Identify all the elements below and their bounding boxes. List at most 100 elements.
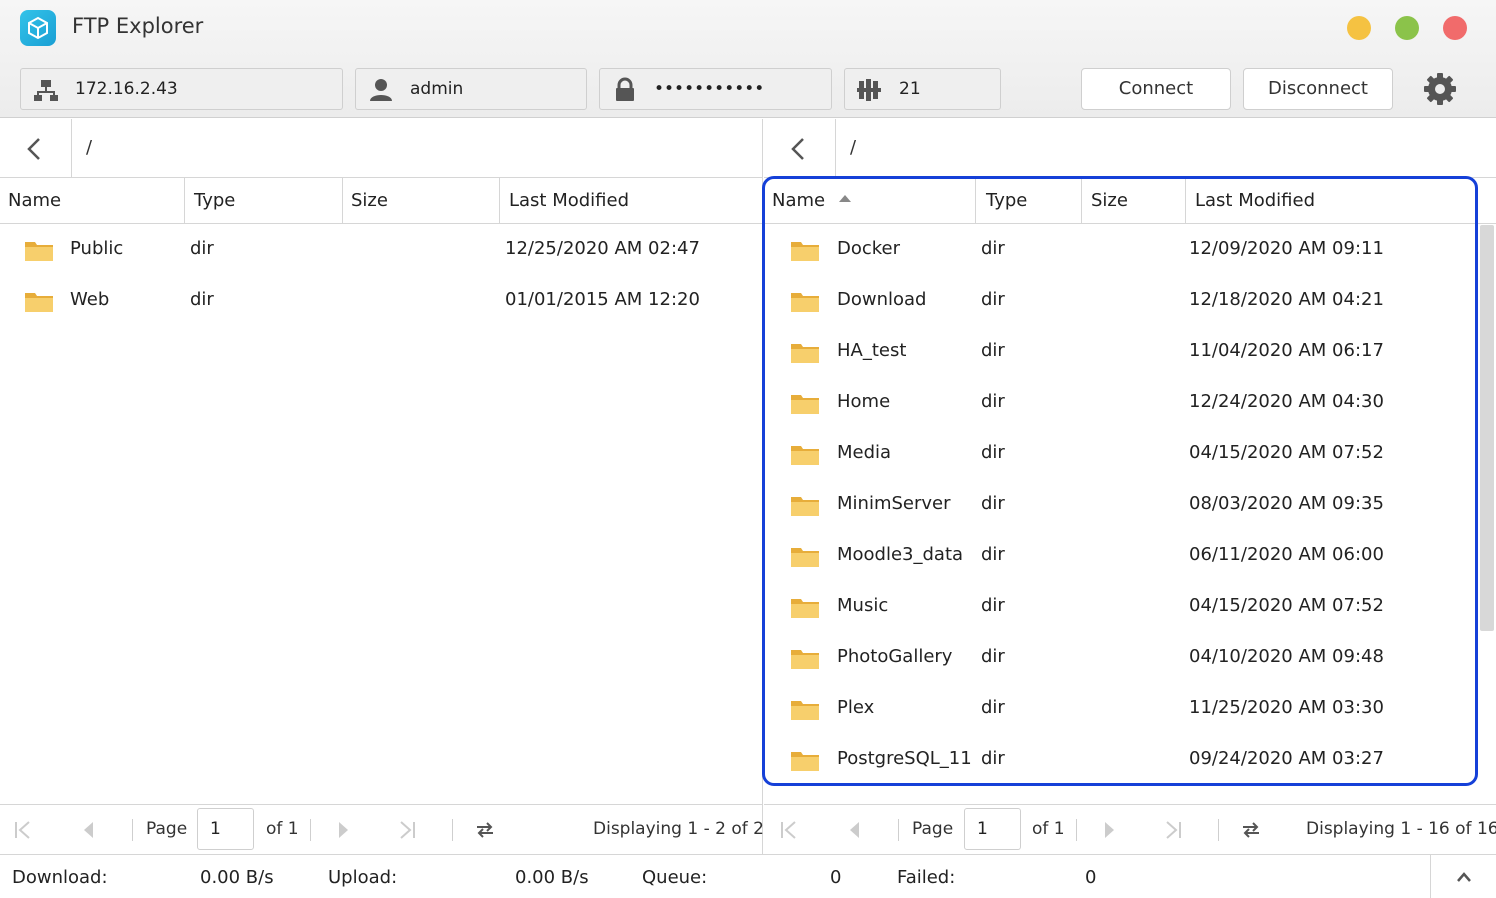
status-expand-button[interactable] [1430, 855, 1496, 898]
first-page-icon[interactable] [12, 819, 34, 841]
file-row[interactable]: Moodle3_data dir 06/11/2020 AM 06:00 [764, 530, 1496, 581]
lock-icon [616, 77, 634, 101]
file-row[interactable]: HA_test dir 11/04/2020 AM 06:17 [764, 326, 1496, 377]
file-type: dir [981, 442, 1005, 463]
file-row[interactable]: Public dir 12/25/2020 AM 02:47 [0, 224, 762, 275]
connect-button[interactable]: Connect [1081, 68, 1231, 110]
local-col-name[interactable]: Name [0, 178, 185, 223]
folder-icon [791, 242, 819, 261]
remote-displaying-text: Displaying 1 - 16 of 16 [1306, 819, 1496, 839]
file-modified: 04/15/2020 AM 07:52 [1189, 595, 1384, 616]
local-displaying-text: Displaying 1 - 2 of 2 [593, 819, 764, 839]
minimize-button[interactable] [1347, 16, 1371, 40]
file-row[interactable]: Media dir 04/15/2020 AM 07:52 [764, 428, 1496, 479]
local-path: / [86, 137, 93, 158]
local-column-header: Name Type Size Last Modified [0, 178, 762, 224]
file-row[interactable]: Docker dir 12/09/2020 AM 09:11 [764, 224, 1496, 275]
folder-icon [791, 497, 819, 516]
local-back-button[interactable] [0, 119, 72, 178]
file-row[interactable]: PhotoGallery dir 04/10/2020 AM 09:48 [764, 632, 1496, 683]
local-file-list: Public dir 12/25/2020 AM 02:47 Web dir 01/01/… [0, 224, 762, 804]
file-type: dir [981, 544, 1005, 565]
next-page-icon[interactable] [1098, 819, 1120, 841]
file-row[interactable]: PostgreSQL_11 dir 09/24/2020 AM 03:27 [764, 734, 1496, 785]
file-type: dir [981, 391, 1005, 412]
username-field[interactable]: admin [355, 68, 587, 110]
disconnect-button[interactable]: Disconnect [1243, 68, 1393, 110]
file-row[interactable]: Download dir 12/18/2020 AM 04:21 [764, 275, 1496, 326]
file-row[interactable]: Music dir 04/15/2020 AM 07:52 [764, 581, 1496, 632]
folder-icon [791, 395, 819, 414]
page-label: Page [912, 819, 954, 839]
remote-col-name[interactable]: Name [764, 178, 976, 223]
remote-scrollbar[interactable] [1480, 225, 1494, 631]
file-modified: 12/25/2020 AM 02:47 [505, 238, 700, 259]
file-name: Download [837, 289, 927, 310]
file-modified: 01/01/2015 AM 12:20 [505, 289, 700, 310]
page-input[interactable]: 1 [964, 808, 1021, 850]
prev-page-icon[interactable] [78, 819, 100, 841]
refresh-icon[interactable] [474, 819, 496, 841]
first-page-icon[interactable] [778, 819, 800, 841]
local-path-bar: / [0, 119, 762, 178]
folder-icon [25, 293, 53, 312]
remote-pane: / Name Type Size Last Modified Docker dir… [764, 119, 1496, 854]
file-row[interactable]: MinimServer dir 08/03/2020 AM 09:35 [764, 479, 1496, 530]
local-pager: Page 1 of 1 Displaying 1 - 2 of 2 [0, 804, 764, 854]
local-col-modified[interactable]: Last Modified [500, 178, 763, 223]
remote-col-size[interactable]: Size [1082, 178, 1186, 223]
password-field[interactable]: ••••••••••• [599, 68, 832, 110]
file-name: Home [837, 391, 891, 412]
host-value: 172.16.2.43 [75, 79, 178, 99]
page-input[interactable]: 1 [197, 808, 254, 850]
last-page-icon[interactable] [396, 819, 418, 841]
pager-separator [452, 819, 453, 841]
local-col-size[interactable]: Size [343, 178, 500, 223]
remote-col-type[interactable]: Type [976, 178, 1082, 223]
page-of-label: of 1 [266, 819, 299, 839]
file-name: Moodle3_data [837, 544, 964, 565]
chevron-left-icon [27, 138, 40, 160]
maximize-button[interactable] [1395, 16, 1419, 40]
file-type: dir [981, 646, 1005, 667]
app-title: FTP Explorer [72, 14, 204, 38]
file-type: dir [981, 340, 1005, 361]
pager-separator [132, 819, 133, 841]
port-field[interactable]: 21 [844, 68, 1001, 110]
status-bar: Download: 0.00 B/s Upload: 0.00 B/s Queu… [0, 854, 1496, 898]
queue-label: Queue: [642, 867, 708, 888]
remote-column-header: Name Type Size Last Modified [764, 178, 1496, 224]
ftp-explorer-window: FTP Explorer 172.16.2.43 admin •••••••••… [0, 0, 1496, 898]
remote-col-name-label: Name [772, 190, 826, 211]
local-col-type[interactable]: Type [185, 178, 343, 223]
file-name: MinimServer [837, 493, 951, 514]
folder-icon [791, 650, 819, 669]
file-name: Plex [837, 697, 875, 718]
file-type: dir [981, 289, 1005, 310]
chevron-up-icon [1457, 872, 1471, 882]
file-type: dir [190, 238, 214, 259]
file-row[interactable]: Home dir 12/24/2020 AM 04:30 [764, 377, 1496, 428]
pager-separator [1218, 819, 1219, 841]
next-page-icon[interactable] [332, 819, 354, 841]
refresh-icon[interactable] [1240, 819, 1262, 841]
file-name: HA_test [837, 340, 907, 361]
remote-back-button[interactable] [764, 119, 836, 178]
file-name: Public [70, 238, 124, 259]
pager-separator [1076, 819, 1077, 841]
file-name: Docker [837, 238, 901, 259]
close-button[interactable] [1443, 16, 1467, 40]
prev-page-icon[interactable] [844, 819, 866, 841]
folder-icon [25, 242, 53, 261]
remote-col-modified[interactable]: Last Modified [1186, 178, 1480, 223]
password-value: ••••••••••• [654, 79, 765, 99]
folder-icon [791, 293, 819, 312]
file-row[interactable]: Web dir 01/01/2015 AM 12:20 [0, 275, 762, 326]
upload-label: Upload: [328, 867, 398, 888]
gear-icon[interactable] [1423, 72, 1457, 106]
file-row[interactable]: Plex dir 11/25/2020 AM 03:30 [764, 683, 1496, 734]
host-field[interactable]: 172.16.2.43 [20, 68, 343, 110]
title-bar: FTP Explorer 172.16.2.43 admin •••••••••… [0, 0, 1496, 118]
folder-icon [791, 446, 819, 465]
last-page-icon[interactable] [1162, 819, 1184, 841]
